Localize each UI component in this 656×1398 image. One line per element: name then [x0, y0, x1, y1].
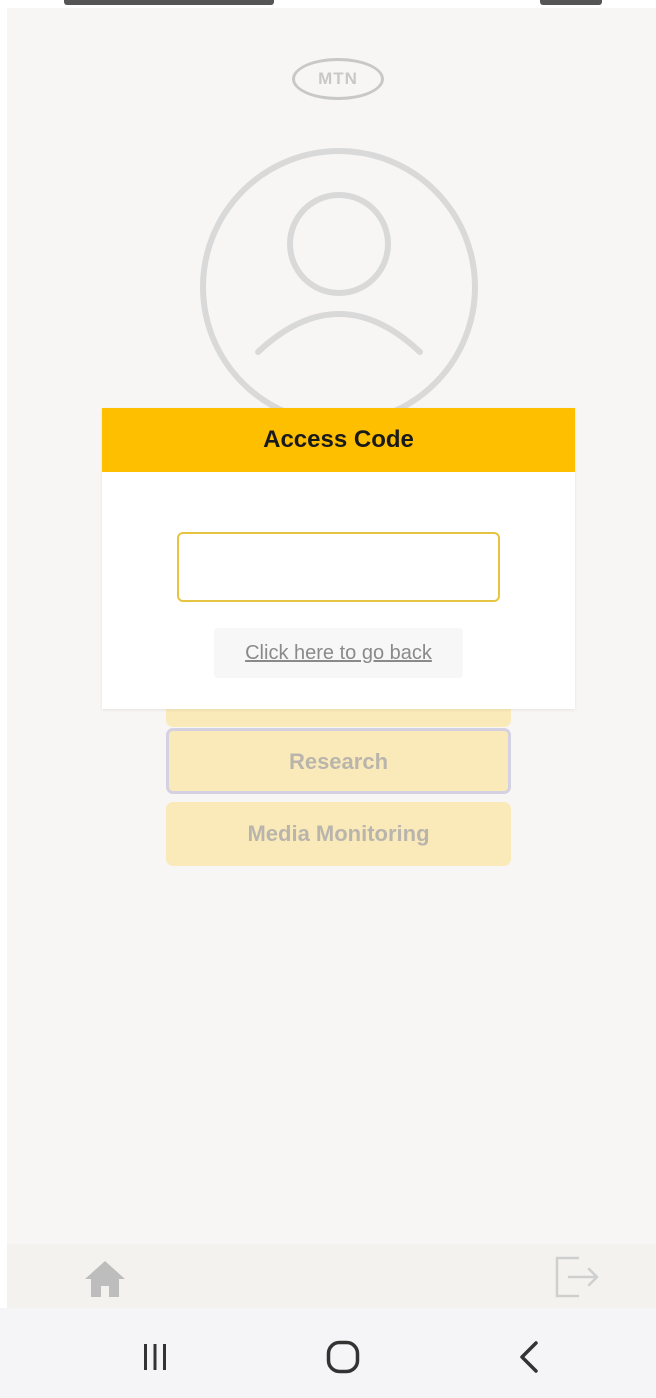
go-back-link[interactable]: Click here to go back: [214, 628, 463, 678]
mtn-logo: MTN: [292, 58, 384, 100]
home-circle-icon[interactable]: [326, 1340, 360, 1374]
recent-apps-icon[interactable]: [140, 1342, 170, 1372]
back-chevron-icon[interactable]: [517, 1340, 541, 1374]
research-button[interactable]: Research: [166, 728, 511, 794]
logout-icon[interactable]: [553, 1254, 601, 1300]
access-code-dialog: Access Code Click here to go back: [102, 408, 575, 709]
dialog-title: Access Code: [102, 408, 575, 472]
bottom-nav-bar: [7, 1244, 656, 1308]
logo-text: MTN: [318, 69, 358, 88]
access-code-input[interactable]: [177, 532, 500, 602]
user-avatar-icon: [200, 148, 478, 426]
status-glyph: [64, 0, 274, 5]
status-bar: [0, 0, 656, 8]
status-glyph: [540, 0, 602, 5]
media-monitoring-button[interactable]: Media Monitoring: [166, 802, 511, 866]
system-nav-bar: [0, 1308, 656, 1398]
home-icon[interactable]: [83, 1259, 127, 1299]
